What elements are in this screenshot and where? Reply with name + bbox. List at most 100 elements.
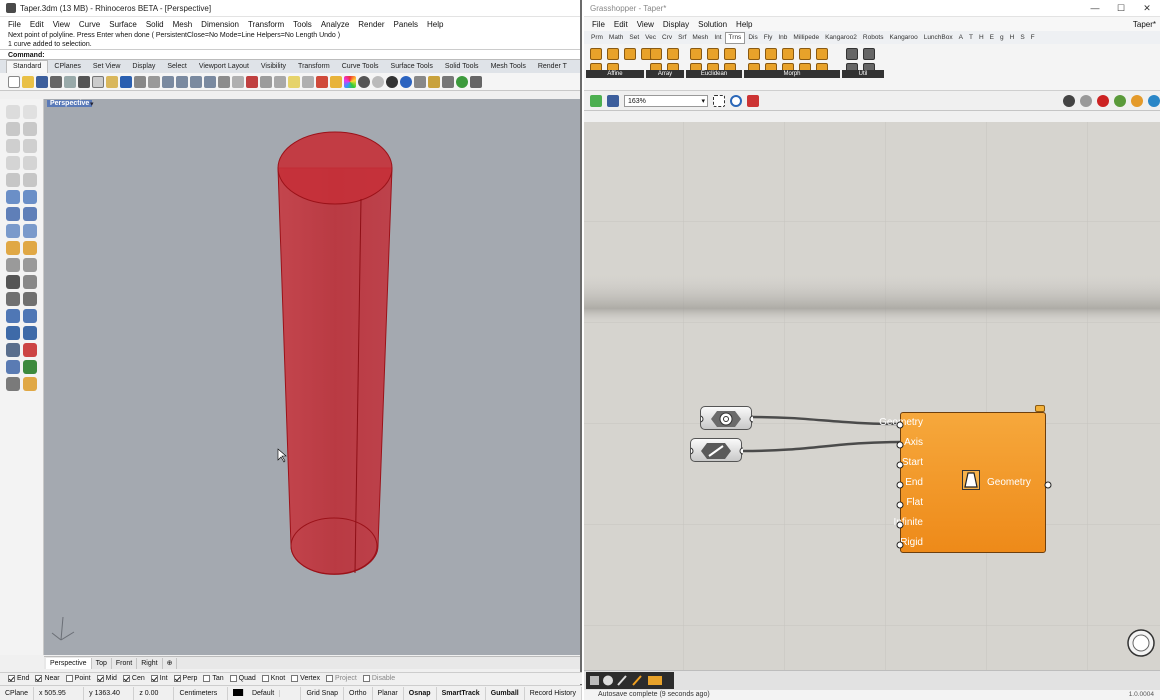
toolbar-tab-visibility[interactable]: Visibility [255,61,292,73]
preview-eye-icon[interactable] [730,94,742,107]
cut-icon[interactable] [78,75,90,88]
join-icon[interactable] [6,309,20,323]
zoom-dynamic-icon[interactable] [162,75,174,88]
toolbar-tab-mesh-tools[interactable]: Mesh Tools [485,61,532,73]
text-icon[interactable] [23,258,37,272]
gh-menu-display[interactable]: Display [663,20,689,29]
gh-morph-tool-icon[interactable] [748,48,760,60]
options-icon[interactable] [428,75,440,88]
gh-tab-srf[interactable]: Srf [675,34,689,41]
canvas-navigation-widget[interactable] [1127,629,1155,657]
gh-affine-tool-icon[interactable] [607,48,619,60]
bottom-tool-icon[interactable] [603,675,613,686]
osnap-quad[interactable]: Quad [229,675,256,682]
dimension-icon[interactable] [6,258,20,272]
sphere-icon[interactable] [23,207,37,221]
gh-euclidean-tool-icon[interactable] [690,48,702,60]
status-layer[interactable]: Default [228,686,302,700]
boolean-difference-icon[interactable] [23,326,37,340]
gh-tab-mesh[interactable]: Mesh [689,34,711,41]
gh-tab-set[interactable]: Set [626,34,642,41]
osnap-disable[interactable]: Disable [362,675,395,682]
osnap-knot[interactable]: Knot [261,675,285,682]
tapered-cylinder[interactable] [277,131,393,575]
osnap-perp[interactable]: Perp [173,675,197,682]
copy-icon[interactable] [92,75,104,88]
gh-array-tool-icon[interactable] [650,48,662,60]
cone-icon[interactable] [23,224,37,238]
gh-group-label-affine[interactable]: Affine [586,70,644,78]
status-cplane[interactable]: CPlane [0,686,34,700]
new-file-icon[interactable] [8,75,20,88]
scale-icon[interactable] [6,377,20,391]
chamfer-icon[interactable] [23,275,37,289]
sketch-pen-icon[interactable] [747,94,759,107]
layers-icon[interactable] [316,75,328,88]
rhino-menu-curve[interactable]: Curve [79,20,100,29]
gh-tab-trns[interactable]: Trns [724,31,746,44]
toolbar-tab-cplanes[interactable]: CPlanes [48,61,86,73]
move-icon[interactable] [6,343,20,357]
gh-tab-kangaroo2[interactable]: Kangaroo2 [822,34,860,41]
rhino-menu-solid[interactable]: Solid [146,20,164,29]
rhino-menu-analyze[interactable]: Analyze [321,20,349,29]
bottom-tool-icon[interactable] [590,676,599,685]
loft-icon[interactable] [23,241,37,255]
preview-material-icon[interactable] [1131,94,1143,107]
rotate-view-icon[interactable] [148,75,160,88]
gh-tab-inb[interactable]: Inb [775,34,790,41]
hide-objects-icon[interactable] [274,75,286,88]
gh-tab-lunchbox[interactable]: LunchBox [921,34,956,41]
add-viewport-tab-icon[interactable]: ⊕ [163,657,178,669]
gh-affine-tool-icon[interactable] [624,48,636,60]
gh-tab-h[interactable]: H [976,34,987,41]
toggle-smarttrack[interactable]: SmartTrack [437,686,486,700]
gh-tab-kangaroo[interactable]: Kangaroo [887,34,921,41]
rectangle-icon[interactable] [23,156,37,170]
trim-icon[interactable] [6,292,20,306]
status-units[interactable]: Centimeters [174,686,228,700]
gh-tab-t[interactable]: T [966,34,976,41]
gh-morph-tool-icon[interactable] [799,48,811,60]
toolbar-tab-viewport-layout[interactable]: Viewport Layout [193,61,255,73]
gh-tab-fly[interactable]: Fly [761,34,776,41]
osnap-point[interactable]: Point [65,675,91,682]
taper-component[interactable]: Geometry Axis Start End Flat Infinite Ri… [879,405,1052,553]
light-icon[interactable] [288,75,300,88]
command-prompt[interactable]: Command: [0,49,580,60]
viewport-tab-right[interactable]: Right [137,657,163,669]
gh-tab-prm[interactable]: Prm [588,34,606,41]
toolbar-tab-surface-tools[interactable]: Surface Tools [385,61,439,73]
gh-document-name[interactable]: Taper* [1133,20,1156,29]
geometry-param-node[interactable] [700,406,753,430]
gh-group-label-euclidean[interactable]: Euclidean [686,70,742,78]
preview-shaded-icon[interactable] [1080,94,1092,107]
gh-group-label-morph[interactable]: Morph [744,70,840,78]
arc-icon[interactable] [23,139,37,153]
close-icon[interactable]: ✕ [1134,3,1160,14]
extrude-icon[interactable] [23,190,37,204]
rotate-icon[interactable] [6,360,20,374]
copy-object-icon[interactable] [23,343,37,357]
gh-tab-millipede[interactable]: Millipede [790,34,822,41]
properties-icon[interactable] [330,75,342,88]
toolbar-tab-set-view[interactable]: Set View [87,61,127,73]
viewport-tab-top[interactable]: Top [92,657,112,669]
rhino-menu-mesh[interactable]: Mesh [173,20,193,29]
gh-menu-view[interactable]: View [637,20,654,29]
rhino-menu-dimension[interactable]: Dimension [201,20,239,29]
rhino-menu-view[interactable]: View [53,20,70,29]
cylinder-icon[interactable] [6,224,20,238]
explode-icon[interactable] [23,309,37,323]
gh-menu-solution[interactable]: Solution [698,20,727,29]
toggle-osnap[interactable]: Osnap [404,686,437,700]
toolbar-tab-render-tools[interactable]: Render T [532,61,573,73]
osnap-int[interactable]: Int [150,675,168,682]
gh-morph-tool-icon[interactable] [782,48,794,60]
solid-box-icon[interactable] [6,207,20,221]
save-icon[interactable] [36,75,48,88]
gh-tab-f[interactable]: F [1028,34,1038,41]
osnap-project[interactable]: Project [326,675,357,682]
rhino-menu-render[interactable]: Render [358,20,384,29]
toolbar-tab-curve-tools[interactable]: Curve Tools [336,61,385,73]
